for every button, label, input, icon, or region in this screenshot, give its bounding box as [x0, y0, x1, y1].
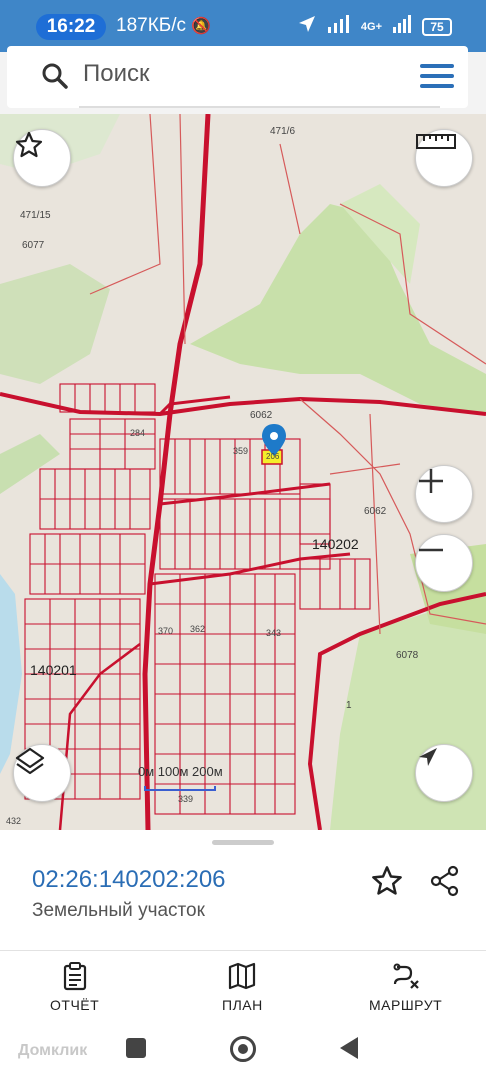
favorites-button[interactable]: [13, 129, 71, 187]
map-label-369: 370: [158, 626, 174, 636]
bottom-navigation: ОТЧЁТ ПЛАН МАРШРУТ: [0, 950, 486, 1024]
map-label-6077: 6077: [22, 240, 45, 251]
status-network-speed: 187КБ/с: [116, 15, 187, 36]
map-label-471-6: 471/6: [270, 126, 296, 137]
layers-icon: [15, 747, 45, 775]
navigation-arrow-icon: [419, 748, 437, 766]
map-label-6078: 6078: [396, 650, 419, 661]
search-bar[interactable]: Поиск: [7, 46, 468, 108]
plus-icon: [419, 469, 443, 493]
nav-plan-label: ПЛАН: [222, 997, 263, 1013]
zoom-out-button[interactable]: [415, 534, 473, 592]
parcel-info-panel[interactable]: 02:26:140202:206 Земельный участок: [0, 830, 486, 950]
share-icon[interactable]: [428, 864, 462, 903]
parcel-type: Земельный участок: [32, 900, 205, 921]
ruler-button[interactable]: [415, 129, 473, 187]
map-label-432: 432: [6, 816, 22, 826]
map-label-140201: 140201: [30, 662, 77, 678]
signal-icon-2: [392, 15, 412, 38]
map-scale-bar: [144, 786, 216, 791]
my-location-button[interactable]: [415, 744, 473, 802]
map-label-6062-b: 6062: [364, 506, 387, 517]
map-icon: [229, 962, 256, 990]
menu-icon[interactable]: [420, 64, 454, 94]
star-icon: [15, 131, 43, 158]
status-time: 16:22: [36, 14, 106, 40]
status-right: 4G+ 75: [297, 14, 452, 39]
signal-icon: [327, 15, 351, 38]
search-input[interactable]: Поиск: [83, 60, 150, 88]
map-label-339: 339: [178, 794, 194, 804]
layers-button[interactable]: [13, 744, 71, 802]
map-label-6062-a: 6062: [250, 410, 273, 421]
nav-route[interactable]: МАРШРУТ: [369, 961, 442, 1013]
cadastral-number: 02:26:140202:206: [32, 866, 226, 893]
watermark: Домклик: [18, 1042, 88, 1059]
map-label-471-15: 471/15: [20, 210, 51, 221]
map-label-206: 206: [266, 452, 280, 461]
home-button[interactable]: [230, 1036, 256, 1062]
search-underline: [79, 106, 440, 108]
search-icon[interactable]: [41, 62, 69, 95]
ruler-icon: [416, 134, 456, 149]
nav-plan[interactable]: ПЛАН: [222, 961, 263, 1013]
battery-icon: 75: [422, 17, 452, 36]
status-speed: 187КБ/с 🔕: [116, 15, 211, 37]
map-label-359: 359: [233, 446, 249, 456]
mute-icon: 🔕: [191, 18, 212, 35]
location-icon: [297, 14, 317, 39]
recent-apps-button[interactable]: [126, 1038, 146, 1058]
map-scale-label: 0м 100м 200м: [138, 764, 223, 779]
status-bar: 16:22 187КБ/с 🔕 4G+ 75: [0, 0, 486, 52]
network-type: 4G+: [360, 20, 382, 33]
route-icon: [393, 963, 419, 989]
back-button[interactable]: [340, 1037, 358, 1059]
system-navigation: Домклик: [0, 1024, 486, 1080]
favorite-star-icon[interactable]: [370, 864, 404, 903]
nav-report[interactable]: ОТЧЁТ: [50, 961, 99, 1013]
nav-report-label: ОТЧЁТ: [50, 997, 100, 1013]
map-label-1: 1: [346, 700, 352, 711]
map-label-362: 343: [266, 628, 282, 638]
map-label-284: 284: [130, 428, 146, 438]
map-canvas: [0, 114, 486, 830]
map-label-140202: 140202: [312, 536, 359, 552]
zoom-in-button[interactable]: [415, 465, 473, 523]
drag-handle[interactable]: [212, 840, 274, 845]
nav-route-label: МАРШРУТ: [369, 997, 443, 1013]
map-label-370: 362: [190, 624, 206, 634]
clipboard-icon: [63, 962, 86, 991]
cadastral-map[interactable]: 471/6 471/15 6077 6062 6062 140202 14020…: [0, 114, 486, 830]
minus-icon: [419, 548, 443, 552]
